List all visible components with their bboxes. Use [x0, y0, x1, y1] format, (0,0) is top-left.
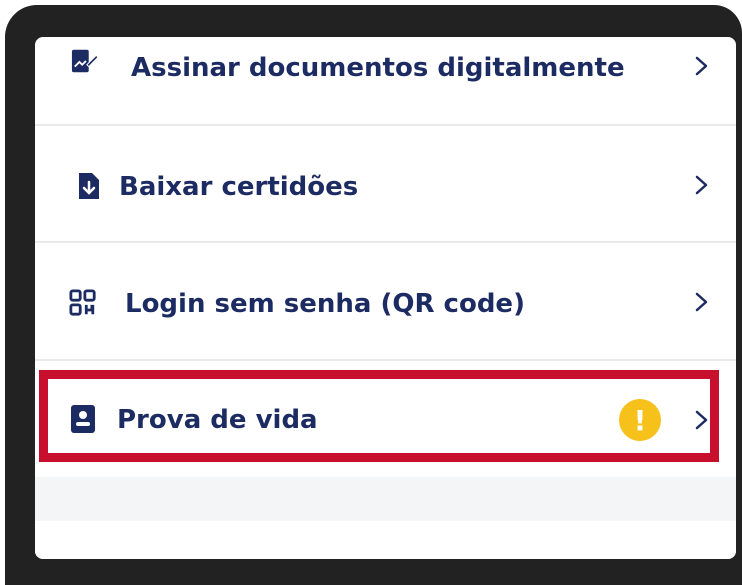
section-separator	[35, 477, 736, 521]
qr-code-icon	[69, 289, 97, 317]
menu-item-label: Assinar documentos digitalmente	[131, 53, 625, 83]
menu-item-label: Login sem senha (QR code)	[125, 289, 525, 319]
menu-item-sign-documents[interactable]: Assinar documentos digitalmente	[35, 37, 736, 125]
menu-item-passwordless-login[interactable]: Login sem senha (QR code)	[35, 243, 736, 359]
menu-item-download-certificates[interactable]: Baixar certidões	[35, 126, 736, 241]
chevron-right-icon	[695, 56, 708, 76]
chevron-right-icon	[695, 175, 708, 195]
menu-item-label: Baixar certidões	[119, 172, 359, 202]
signature-icon	[71, 47, 99, 75]
highlight-box	[39, 370, 719, 462]
device-frame: Assinar documentos digitalmente Baixar c…	[5, 5, 742, 585]
next-section	[35, 521, 736, 559]
app-screen: Assinar documentos digitalmente Baixar c…	[35, 37, 736, 559]
download-document-icon	[75, 172, 103, 200]
chevron-right-icon	[695, 292, 708, 312]
